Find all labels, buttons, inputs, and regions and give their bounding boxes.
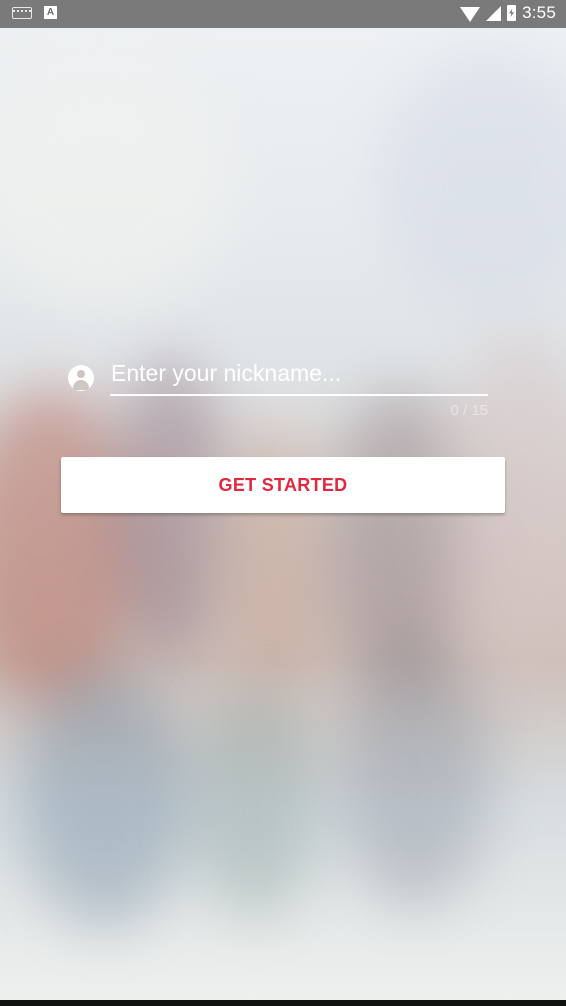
account-icon-shoulders	[73, 380, 89, 390]
a-icon: A	[44, 6, 57, 19]
status-bar-right: 3:55	[460, 3, 556, 23]
account-icon-head	[77, 370, 85, 378]
status-time: 3:55	[522, 3, 556, 22]
account-circle-icon	[68, 365, 94, 391]
status-bar: A 3:55	[0, 0, 566, 28]
navigation-bar	[0, 1000, 566, 1006]
nickname-input[interactable]	[110, 356, 488, 396]
blurred-background-image	[0, 28, 566, 1000]
status-bar-left: A	[12, 6, 57, 19]
nickname-char-counter: 0 / 15	[450, 402, 488, 419]
battery-charging-icon	[507, 5, 517, 21]
keyboard-icon	[12, 6, 32, 19]
nickname-row	[68, 356, 488, 400]
get-started-button[interactable]: GET STARTED	[61, 457, 505, 513]
cell-signal-icon	[486, 5, 502, 21]
wifi-icon	[460, 6, 481, 22]
